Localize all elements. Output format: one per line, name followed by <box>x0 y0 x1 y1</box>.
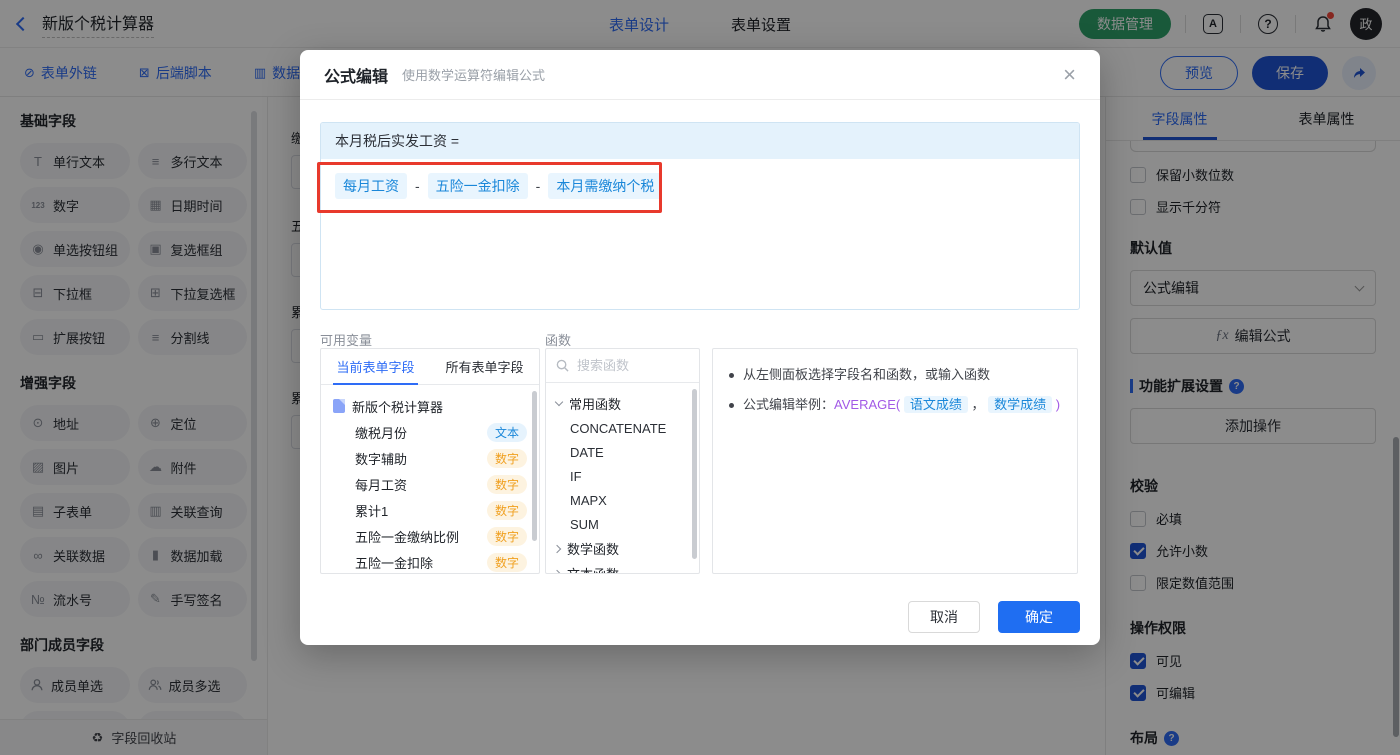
type-badge: 数字 <box>486 448 527 468</box>
close-icon[interactable]: × <box>1063 63 1076 86</box>
modal-footer: 取消 确定 <box>908 601 1080 633</box>
variables-tree: 新版个税计算器 缴税月份 文本 数字辅助 数字 每月工资 数字 累计1 数字 五… <box>321 385 539 573</box>
variable-field-row[interactable]: 累计1 数字 <box>321 497 539 523</box>
formula-chip[interactable]: 本月需缴纳个税 <box>548 173 663 199</box>
operator: - <box>535 178 541 194</box>
functions-label: 函数 <box>545 333 572 348</box>
chevron-right-icon <box>552 569 562 573</box>
help-tip-1: 从左侧面板选择字段名和函数，或输入函数 <box>729 365 1061 385</box>
formula-edit-modal: 公式编辑 使用数学运算符编辑公式 × 本月税后实发工资 = 每月工资 - 五险一… <box>300 50 1100 645</box>
function-item-if[interactable]: IF <box>546 464 699 488</box>
formula-editor[interactable]: 本月税后实发工资 = 每月工资 - 五险一金扣除 - 本月需缴纳个税 <box>320 122 1080 310</box>
bullet-icon <box>729 373 734 378</box>
type-badge: 文本 <box>486 422 527 442</box>
function-item-date[interactable]: DATE <box>546 440 699 464</box>
variable-field-row[interactable]: 数字辅助 数字 <box>321 445 539 471</box>
function-item-sum[interactable]: SUM <box>546 512 699 536</box>
search-input[interactable] <box>577 358 677 373</box>
help-tip-2: 公式编辑举例：AVERAGE( 语文成绩 ， 数学成绩 ) <box>729 395 1061 415</box>
modal-header: 公式编辑 使用数学运算符编辑公式 × <box>300 50 1100 100</box>
tab-current-form-fields[interactable]: 当前表单字段 <box>321 349 430 385</box>
function-group-math[interactable]: 数学函数 <box>546 536 699 561</box>
functions-scrollbar[interactable] <box>692 389 697 559</box>
variables-label: 可用变量 <box>320 333 373 348</box>
tree-root-form[interactable]: 新版个税计算器 <box>321 393 539 419</box>
search-icon <box>556 359 569 372</box>
chevron-down-icon <box>554 397 564 407</box>
variables-scrollbar[interactable] <box>532 391 537 541</box>
example-chip: 语文成绩 <box>903 396 968 413</box>
tab-all-form-fields[interactable]: 所有表单字段 <box>430 349 539 384</box>
operator: - <box>415 178 420 194</box>
functions-tree: 常用函数 CONCATENATE DATE IF MAPX SUM 数学函数 文… <box>546 383 699 573</box>
confirm-button[interactable]: 确定 <box>998 601 1080 633</box>
function-search[interactable] <box>546 349 699 383</box>
formula-target: 本月税后实发工资 = <box>321 123 1079 159</box>
chevron-right-icon <box>552 544 562 553</box>
variable-field-row[interactable]: 每月工资 数字 <box>321 471 539 497</box>
modal-title: 公式编辑 <box>324 68 389 86</box>
function-example: AVERAGE( <box>834 397 901 412</box>
variables-tabs: 当前表单字段 所有表单字段 <box>321 349 539 385</box>
cancel-button[interactable]: 取消 <box>908 601 980 633</box>
type-badge: 数字 <box>486 500 527 520</box>
modal-subtitle: 使用数学运算符编辑公式 <box>402 68 546 83</box>
function-group-text[interactable]: 文本函数 <box>546 561 699 573</box>
variables-panel: 当前表单字段 所有表单字段 新版个税计算器 缴税月份 文本 数字辅助 数字 每月… <box>320 348 540 574</box>
variable-field-row[interactable]: 五险一金缴纳比例 数字 <box>321 523 539 549</box>
functions-panel: 常用函数 CONCATENATE DATE IF MAPX SUM 数学函数 文… <box>545 348 700 574</box>
function-group-common[interactable]: 常用函数 <box>546 391 699 416</box>
type-badge: 数字 <box>486 552 527 572</box>
variable-field-row[interactable]: 缴税月份 文本 <box>321 419 539 445</box>
function-item-concatenate[interactable]: CONCATENATE <box>546 416 699 440</box>
app-window: 新版个税计算器 表单设计 表单设置 数据管理 A ? 政 ⊘ 表单外链 ⊠ 后端… <box>0 0 1400 755</box>
help-panel: 从左侧面板选择字段名和函数，或输入函数 公式编辑举例：AVERAGE( 语文成绩… <box>712 348 1078 574</box>
type-badge: 数字 <box>486 526 527 546</box>
variable-field-row[interactable]: 五险一金扣除 数字 <box>321 549 539 573</box>
formula-chip[interactable]: 每月工资 <box>335 173 407 199</box>
formula-expression[interactable]: 每月工资 - 五险一金扣除 - 本月需缴纳个税 <box>321 159 1079 213</box>
type-badge: 数字 <box>486 474 527 494</box>
example-chip: 数学成绩 <box>988 396 1053 413</box>
formula-chip[interactable]: 五险一金扣除 <box>427 173 528 199</box>
function-item-mapx[interactable]: MAPX <box>546 488 699 512</box>
form-doc-icon <box>333 399 345 413</box>
bullet-icon <box>729 403 734 408</box>
